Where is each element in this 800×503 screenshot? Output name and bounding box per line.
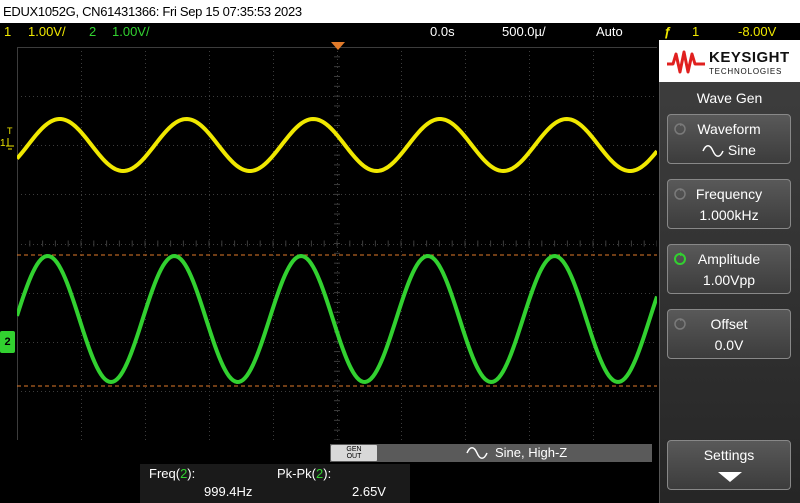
wavegen-status-bar[interactable]: GEN OUT Sine, High-Z bbox=[330, 444, 652, 462]
freq-measurement-value: 999.4Hz bbox=[204, 484, 253, 499]
gen-out-label-1: GEN bbox=[346, 446, 362, 453]
amplitude-label: Amplitude bbox=[697, 251, 761, 267]
menu-title: Wave Gen bbox=[696, 90, 763, 106]
keysight-logo: KEYSIGHT TECHNOLOGIES bbox=[659, 40, 800, 82]
brand-subtitle: TECHNOLOGIES bbox=[709, 67, 783, 76]
ch2-ground-marker[interactable]: 2 bbox=[0, 331, 15, 353]
ch1-number[interactable]: 1 bbox=[4, 23, 11, 40]
waveform-value-text: Sine bbox=[727, 142, 756, 158]
ch1-ground-marker[interactable]: 1 bbox=[0, 138, 6, 149]
trigger-mode[interactable]: Auto bbox=[596, 23, 623, 40]
keysight-wave-icon bbox=[667, 50, 705, 74]
settings-label: Settings bbox=[703, 447, 755, 463]
brand-name: KEYSIGHT bbox=[709, 49, 790, 66]
ch1-scale[interactable]: 1.00V/ bbox=[28, 23, 66, 40]
offset-label: Offset bbox=[710, 316, 748, 332]
ch2-number[interactable]: 2 bbox=[89, 23, 96, 40]
frequency-value: 1.000kHz bbox=[699, 207, 759, 223]
frequency-label: Frequency bbox=[695, 186, 763, 202]
pkpk-measurement-value: 2.65V bbox=[352, 484, 386, 499]
waveform-label: Waveform bbox=[697, 121, 761, 137]
freq-measurement-label: Freq(2): bbox=[149, 466, 195, 481]
pkpk-measurement-label: Pk-Pk(2): bbox=[277, 466, 331, 481]
trigger-position-icon[interactable] bbox=[331, 42, 345, 50]
settings-softkey[interactable]: Settings bbox=[667, 440, 791, 490]
trigger-edge-icon: ƒ bbox=[664, 24, 672, 39]
freq-label-close: ): bbox=[187, 466, 196, 481]
trigger-level[interactable]: -8.00V bbox=[738, 23, 776, 40]
pkpk-label-close: ): bbox=[323, 466, 332, 481]
ground-icon bbox=[6, 138, 14, 150]
trigger-level-marker[interactable]: T bbox=[7, 126, 13, 137]
ch2-ground-marker-label: 2 bbox=[4, 336, 11, 348]
wavegen-status-text: Sine, High-Z bbox=[495, 445, 568, 460]
offset-value: 0.0V bbox=[714, 337, 744, 353]
waveform-softkey[interactable]: Waveform Sine bbox=[667, 114, 791, 164]
amplitude-softkey[interactable]: Amplitude 1.00Vpp bbox=[667, 244, 791, 294]
arrow-down-icon bbox=[718, 472, 742, 482]
window-title: EDUX1052G, CN61431366: Fri Sep 15 07:35:… bbox=[0, 0, 800, 23]
waveform-display[interactable] bbox=[17, 47, 657, 440]
time-position[interactable]: 0.0s bbox=[430, 23, 455, 40]
status-bar: 1 1.00V/ 2 1.00V/ 0.0s 500.0µ/ Auto ƒ 1 … bbox=[0, 23, 800, 40]
amplitude-value: 1.00Vpp bbox=[702, 272, 756, 288]
frequency-softkey[interactable]: Frequency 1.000kHz bbox=[667, 179, 791, 229]
gen-out-indicator: GEN OUT bbox=[331, 445, 377, 461]
freq-label: Freq( bbox=[149, 466, 181, 481]
pkpk-label: Pk-Pk( bbox=[277, 466, 316, 481]
gen-out-label-2: OUT bbox=[346, 453, 362, 460]
sine-wave-icon bbox=[466, 447, 488, 459]
measurement-panel: Freq(2): 999.4Hz Pk-Pk(2): 2.65V bbox=[140, 464, 410, 503]
trigger-source[interactable]: 1 bbox=[692, 23, 699, 40]
ch2-scale[interactable]: 1.00V/ bbox=[112, 23, 150, 40]
time-scale[interactable]: 500.0µ/ bbox=[502, 23, 546, 40]
waveform-value: Sine bbox=[668, 142, 790, 158]
offset-softkey[interactable]: Offset 0.0V bbox=[667, 309, 791, 359]
sine-wave-icon bbox=[702, 145, 724, 158]
